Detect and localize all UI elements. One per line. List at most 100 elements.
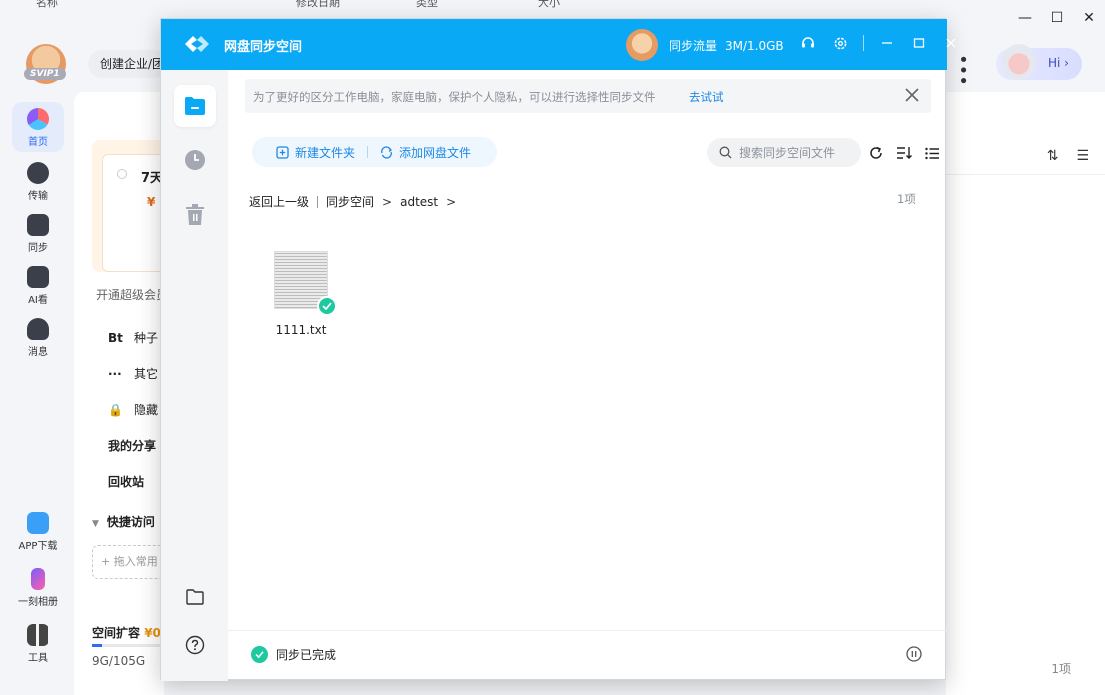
column-headers: 名称 修改日期 类型 大小 (0, 0, 1105, 12)
app-window-controls: — ☐ ✕ (1017, 10, 1097, 26)
search-input[interactable] (739, 138, 855, 167)
album-icon (31, 568, 45, 590)
sidebar-item-trash[interactable] (174, 194, 216, 236)
breadcrumb-root[interactable]: 同步空间 (326, 193, 374, 210)
sidebar-item-history[interactable] (174, 139, 216, 181)
maximize-icon[interactable] (910, 32, 928, 54)
sync-traffic-value: 3M/1.0GB (725, 39, 784, 53)
new-folder-button[interactable]: 新建文件夹 (276, 144, 355, 161)
lock-icon: 🔒 (108, 403, 123, 417)
banner-try-link[interactable]: 去试试 (689, 89, 724, 105)
add-cloud-files-label: 添加网盘文件 (399, 146, 472, 160)
view-tools (867, 144, 941, 162)
svip-badge: SVIP1 (24, 68, 66, 80)
sidebar-item-tools[interactable]: 工具 (12, 624, 64, 664)
promo-text[interactable]: 开通超级会员 (96, 286, 168, 303)
folder-icon (185, 97, 205, 115)
caret-down-icon: ▼ (92, 519, 99, 529)
refresh-icon[interactable] (867, 144, 885, 162)
list-item-hidden[interactable]: 🔒 隐藏 (108, 401, 158, 418)
sidebar-item-label: 一刻相册 (18, 597, 58, 608)
close-icon[interactable] (903, 86, 921, 104)
space-expand[interactable]: 空间扩容 ¥0 (92, 624, 161, 641)
quick-access-drop-zone[interactable]: + 拖入常用 (92, 545, 168, 579)
hi-label: Hi › (1048, 56, 1069, 70)
app-sidebar: 首页 传输 同步 AI看 消息 APP下载 一刻相册 工具 (0, 92, 74, 695)
column-header-type[interactable]: 类型 (416, 0, 438, 10)
column-header-size[interactable]: 大小 (538, 0, 560, 10)
space-expand-label: 空间扩容 (92, 626, 141, 640)
hi-assistant-button[interactable]: Hi › (996, 44, 1082, 80)
status-divider (228, 630, 947, 631)
list-item-label: 其它 (134, 367, 159, 381)
sidebar-item-label: 传输 (28, 191, 48, 202)
help-button[interactable] (174, 624, 216, 666)
chevron-right-icon: > (446, 194, 457, 209)
file-item[interactable]: 1111.txt (265, 251, 337, 337)
breadcrumb-back[interactable]: 返回上一级 (249, 193, 309, 210)
promo-radio[interactable] (117, 169, 127, 179)
sidebar-item-message[interactable]: 消息 (12, 318, 64, 358)
transfer-icon (27, 162, 49, 184)
sidebar-item-label: APP下载 (18, 541, 58, 552)
promo-card[interactable]: 7天 ¥ (102, 154, 164, 272)
list-item-other[interactable]: ··· 其它 (108, 365, 158, 382)
trash-icon (186, 204, 204, 225)
maximize-icon[interactable]: ☐ (1049, 10, 1065, 26)
sort-icon[interactable]: ⇅ (1047, 148, 1059, 164)
close-icon[interactable]: ✕ (1081, 10, 1097, 26)
file-name: 1111.txt (275, 323, 327, 337)
item-count: 1项 (897, 192, 916, 206)
breadcrumb-current[interactable]: adtest (400, 195, 438, 209)
ai-icon (27, 266, 49, 288)
space-usage-value: 9G/105G (92, 654, 146, 668)
app-left-panel: 7天 ¥ 开通超级会员 Bt 种子 ··· 其它 🔒 隐藏 我的分享 回收站 ▼ 快捷访… (74, 92, 168, 695)
minimize-icon[interactable]: — (1017, 10, 1033, 26)
tools-icon (27, 624, 49, 646)
open-folder-button[interactable] (174, 576, 216, 618)
window-title-bar[interactable]: 网盘同步空间 同步流量 3M/1.0GB (161, 19, 956, 70)
sidebar-item-sync[interactable]: 同步 (12, 214, 64, 254)
headset-icon[interactable] (799, 32, 817, 54)
column-header-date[interactable]: 修改日期 (296, 0, 340, 10)
user-avatar[interactable] (626, 29, 658, 61)
recycle-bin-item[interactable]: 回收站 (108, 473, 144, 490)
text-file-thumbnail (274, 251, 337, 316)
sidebar-item-label: AI看 (28, 295, 48, 306)
sidebar-item-label: 工具 (28, 653, 48, 664)
quick-access-header[interactable]: ▼ 快捷访问 (92, 513, 155, 530)
create-enterprise-button[interactable]: 创建企业/团队 (88, 50, 168, 78)
sidebar-item-app-download[interactable]: APP下载 (12, 512, 64, 552)
sync-traffic: 同步流量 3M/1.0GB (669, 37, 784, 54)
pause-icon[interactable] (905, 645, 923, 663)
app-file-area: ⇅ ☰ 1项 (946, 92, 1105, 695)
sidebar-item-label: 首页 (28, 137, 48, 148)
settings-gear-icon[interactable] (831, 32, 849, 54)
add-cloud-files-button[interactable]: 添加网盘文件 (380, 144, 471, 161)
sidebar-item-label: 消息 (28, 347, 48, 358)
sidebar-item-transfer[interactable]: 传输 (12, 162, 64, 202)
breadcrumb-separator (317, 195, 319, 208)
help-icon (185, 635, 205, 655)
sidebar-item-album[interactable]: 一刻相册 (12, 568, 64, 608)
column-header-name[interactable]: 名称 (36, 0, 58, 10)
minimize-icon[interactable] (878, 32, 896, 54)
phone-icon (27, 512, 49, 534)
banner-text: 为了更好的区分工作电脑，家庭电脑，保护个人隐私，可以进行选择性同步文件 (253, 90, 656, 104)
list-view-icon[interactable] (923, 144, 941, 162)
list-item-torrent[interactable]: Bt 种子 (108, 329, 158, 346)
my-share-item[interactable]: 我的分享 (108, 437, 156, 454)
close-icon[interactable] (942, 32, 960, 54)
window-controls (799, 32, 960, 54)
sidebar-item-ai[interactable]: AI看 (12, 266, 64, 306)
sort-icon[interactable] (895, 144, 913, 162)
synced-check-icon (317, 296, 337, 316)
list-view-icon[interactable]: ☰ (1076, 148, 1089, 164)
sync-space-window: 网盘同步空间 同步流量 3M/1.0GB 为了更好的区分工作电脑，家庭电脑，保护… (160, 18, 956, 681)
sidebar-item-home[interactable]: 首页 (12, 102, 64, 152)
more-icon[interactable]: ••• (952, 54, 973, 86)
sync-traffic-label: 同步流量 (669, 39, 718, 53)
list-item-label: 隐藏 (134, 403, 159, 417)
sidebar-item-files[interactable] (174, 85, 216, 127)
sync-logo-icon (185, 36, 209, 52)
